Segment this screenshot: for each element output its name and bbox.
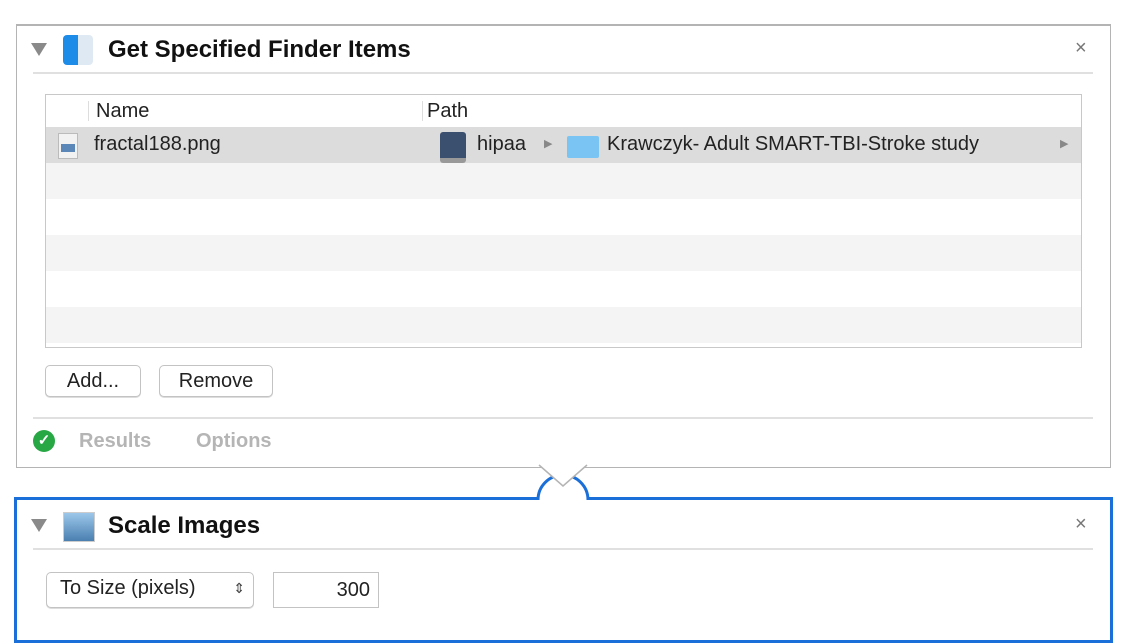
close-icon[interactable]: ×: [1075, 37, 1087, 60]
finder-icon: [63, 35, 93, 65]
scale-mode-select[interactable]: To Size (pixels) ⇕: [46, 572, 254, 608]
table-header: Name Path: [46, 95, 1081, 127]
stepper-chevrons-icon: ⇕: [233, 580, 245, 596]
preview-icon: [63, 512, 95, 542]
success-check-icon: ✓: [33, 430, 55, 452]
path-volume: hipaa: [477, 133, 526, 155]
divider: [33, 72, 1093, 74]
column-path[interactable]: Path: [427, 100, 468, 123]
tab-results[interactable]: Results: [79, 430, 151, 453]
divider: [33, 548, 1093, 550]
column-name[interactable]: Name: [96, 100, 149, 123]
tab-options[interactable]: Options: [196, 430, 272, 453]
close-icon[interactable]: ×: [1075, 513, 1087, 536]
action-title: Scale Images: [108, 512, 261, 539]
image-file-icon: [58, 133, 78, 159]
table-row: [46, 163, 1081, 199]
network-drive-icon: [440, 132, 466, 163]
collapse-triangle-icon[interactable]: [31, 43, 47, 56]
divider: [33, 417, 1093, 419]
table-row: [46, 307, 1081, 343]
finder-items-table: Name Path fractal188.png hipaa ▶ Krawczy…: [45, 94, 1082, 348]
add-button[interactable]: Add...: [45, 365, 141, 397]
path-arrow-icon: ▶: [1060, 138, 1069, 150]
action-connector: [536, 464, 590, 501]
table-row[interactable]: fractal188.png hipaa ▶ Krawczyk- Adult S…: [46, 127, 1081, 163]
remove-button[interactable]: Remove: [159, 365, 273, 397]
scale-mode-value: To Size (pixels): [60, 577, 196, 599]
collapse-triangle-icon[interactable]: [31, 519, 47, 532]
path-arrow-icon: ▶: [544, 138, 553, 150]
action-title: Get Specified Finder Items: [108, 36, 411, 63]
table-row: [46, 235, 1081, 271]
path-folder: Krawczyk- Adult SMART-TBI-Stroke study: [607, 133, 979, 155]
folder-icon: [567, 136, 599, 158]
size-input[interactable]: 300: [273, 572, 379, 608]
file-name: fractal188.png: [94, 133, 221, 155]
